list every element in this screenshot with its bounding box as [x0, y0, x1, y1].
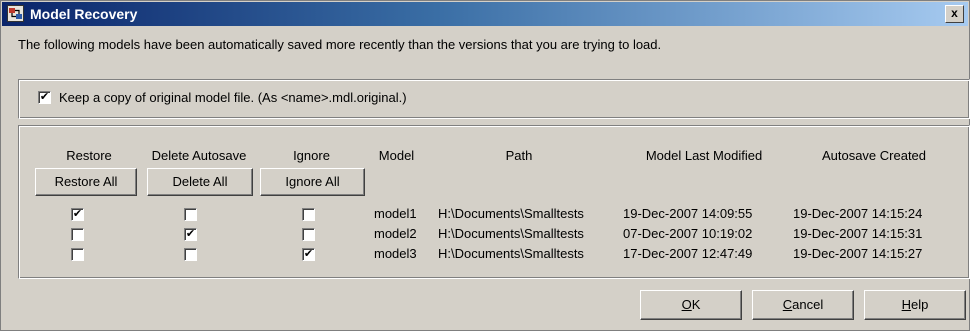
header-autosave-created: Autosave Created	[821, 148, 927, 163]
header-delete-autosave: Delete Autosave	[151, 148, 247, 163]
model-path: H:\Documents\Smalltests	[438, 226, 584, 241]
header-restore: Restore	[66, 148, 112, 163]
cancel-label-rest: ancel	[792, 297, 824, 312]
cancel-button[interactable]: Cancel	[752, 290, 854, 320]
models-group: Restore Delete Autosave Ignore Model Pat…	[18, 125, 970, 279]
simulink-app-icon	[7, 5, 24, 22]
restore-checkbox[interactable]: ✔	[71, 208, 84, 221]
model-name: model1	[374, 206, 417, 221]
delete-autosave-checkbox[interactable]: ✔	[184, 228, 197, 241]
autosave-created: 19-Dec-2007 14:15:27	[793, 246, 923, 261]
restore-checkbox[interactable]	[71, 228, 84, 241]
model-path: H:\Documents\Smalltests	[438, 246, 584, 261]
delete-all-button[interactable]: Delete All	[147, 168, 253, 196]
ok-label-rest: K	[691, 297, 701, 312]
ignore-checkbox[interactable]	[302, 208, 315, 221]
model-last-modified: 19-Dec-2007 14:09:55	[623, 206, 753, 221]
restore-checkbox[interactable]	[71, 248, 84, 261]
ok-mnemonic: O	[681, 297, 692, 312]
window-title: Model Recovery	[30, 6, 138, 22]
ignore-all-button[interactable]: Ignore All	[260, 168, 365, 196]
restore-all-button[interactable]: Restore All	[35, 168, 137, 196]
close-button[interactable]: x	[945, 5, 964, 23]
cancel-mnemonic: C	[782, 297, 793, 312]
model-name: model2	[374, 226, 417, 241]
model-name: model3	[374, 246, 417, 261]
keep-copy-group: ✔ Keep a copy of original model file. (A…	[18, 79, 970, 119]
help-mnemonic: H	[901, 297, 912, 312]
header-model-last-modified: Model Last Modified	[645, 148, 763, 163]
ignore-checkbox[interactable]	[302, 228, 315, 241]
model-recovery-dialog: Model Recovery x The following models ha…	[0, 0, 970, 331]
autosave-created: 19-Dec-2007 14:15:24	[793, 206, 923, 221]
header-model: Model	[378, 148, 415, 163]
model-path: H:\Documents\Smalltests	[438, 206, 584, 221]
help-label-rest: elp	[911, 297, 929, 312]
header-ignore: Ignore	[293, 148, 330, 163]
delete-autosave-checkbox[interactable]	[184, 208, 197, 221]
table-row: ✔ model1 H:\Documents\Smalltests 19-Dec-…	[19, 206, 969, 224]
keep-copy-checkbox[interactable]: ✔	[38, 91, 51, 104]
model-last-modified: 17-Dec-2007 12:47:49	[623, 246, 753, 261]
table-row: ✔ model3 H:\Documents\Smalltests 17-Dec-…	[19, 246, 969, 264]
description-text: The following models have been automatic…	[18, 37, 662, 52]
help-button[interactable]: Help	[864, 290, 966, 320]
header-path: Path	[505, 148, 533, 163]
delete-autosave-checkbox[interactable]	[184, 248, 197, 261]
model-last-modified: 07-Dec-2007 10:19:02	[623, 226, 753, 241]
ignore-checkbox[interactable]: ✔	[302, 248, 315, 261]
table-row: ✔ model2 H:\Documents\Smalltests 07-Dec-…	[19, 226, 969, 244]
keep-copy-label: Keep a copy of original model file. (As …	[59, 90, 407, 105]
title-bar[interactable]: Model Recovery x	[2, 2, 968, 26]
ok-button[interactable]: OK	[640, 290, 742, 320]
autosave-created: 19-Dec-2007 14:15:31	[793, 226, 923, 241]
